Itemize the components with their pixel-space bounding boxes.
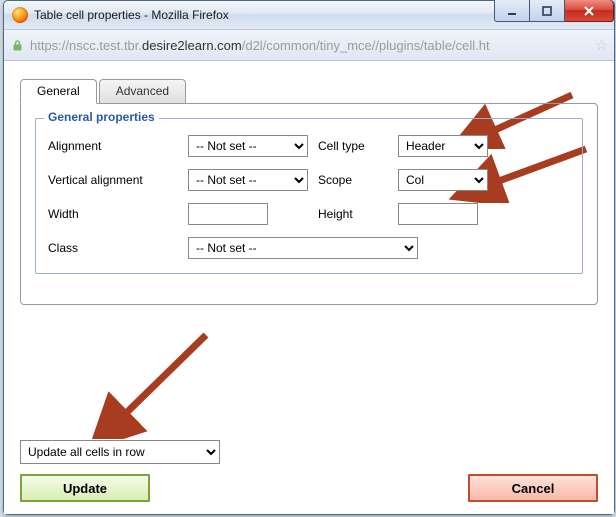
celltype-label: Cell type [318, 139, 388, 153]
window-title: Table cell properties - Mozilla Firefox [34, 8, 229, 22]
close-icon [582, 5, 596, 17]
window-controls [494, 0, 614, 22]
alignment-label: Alignment [48, 139, 178, 153]
url-scheme: https:// [30, 38, 69, 53]
bookmark-star-icon[interactable]: ☆ [595, 36, 608, 54]
cancel-button-label: Cancel [512, 481, 555, 496]
url-path: /d2l/common/tiny_mce//plugins/table/cell… [242, 38, 490, 53]
annotation-arrow-icon [76, 329, 226, 439]
scope-select[interactable]: Col [398, 169, 488, 191]
firefox-icon [12, 7, 28, 23]
tab-advanced-label: Advanced [116, 84, 169, 98]
width-input[interactable] [188, 203, 268, 225]
button-row: Update Cancel [20, 474, 598, 502]
height-label: Height [318, 207, 388, 221]
tab-row: General Advanced [20, 79, 598, 103]
fieldset-legend: General properties [44, 110, 159, 124]
minimize-icon [506, 5, 518, 17]
update-button-label: Update [63, 481, 107, 496]
url-subdomain: nscc.test.tbr. [69, 38, 142, 53]
alignment-select[interactable]: -- Not set -- [188, 135, 308, 157]
url-text: https://nscc.test.tbr.desire2learn.com/d… [30, 38, 589, 53]
general-properties-fieldset: General properties Alignment -- Not set … [35, 118, 583, 274]
width-label: Width [48, 207, 178, 221]
address-bar[interactable]: https://nscc.test.tbr.desire2learn.com/d… [4, 30, 614, 61]
valign-label: Vertical alignment [48, 173, 178, 187]
url-host: desire2learn.com [142, 38, 242, 53]
maximize-icon [541, 5, 553, 17]
height-input[interactable] [398, 203, 478, 225]
maximize-button[interactable] [530, 0, 565, 22]
celltype-select[interactable]: Header [398, 135, 488, 157]
dialog-window: Table cell properties - Mozilla Firefox … [3, 0, 615, 515]
minimize-button[interactable] [494, 0, 530, 22]
class-label: Class [48, 241, 178, 255]
close-button[interactable] [565, 0, 614, 22]
tab-advanced[interactable]: Advanced [99, 79, 186, 103]
properties-grid: Alignment -- Not set -- Cell type Header… [48, 135, 570, 259]
tab-general[interactable]: General [20, 79, 97, 104]
class-select[interactable]: -- Not set -- [188, 237, 418, 259]
dialog-content: General Advanced General properties Alig… [4, 61, 614, 514]
cancel-button[interactable]: Cancel [468, 474, 598, 502]
valign-select[interactable]: -- Not set -- [188, 169, 308, 191]
scope-label: Scope [318, 173, 388, 187]
general-panel: General properties Alignment -- Not set … [20, 103, 598, 305]
update-button[interactable]: Update [20, 474, 150, 502]
update-scope-select[interactable]: Update all cells in row [20, 440, 220, 464]
titlebar[interactable]: Table cell properties - Mozilla Firefox [4, 1, 614, 30]
tab-general-label: General [37, 84, 80, 98]
footer-area: Update all cells in row Update Cancel [20, 440, 598, 502]
lock-icon [10, 38, 24, 52]
